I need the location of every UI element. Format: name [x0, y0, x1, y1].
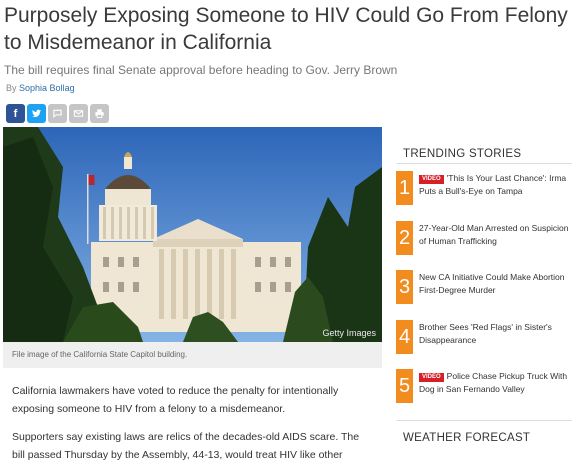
trending-headline[interactable]: VIDEO 'This Is Your Last Chance': Irma Pu… — [419, 172, 573, 198]
trending-divider — [397, 163, 572, 164]
article-paragraph-2: Supporters say existing laws are relics … — [12, 431, 360, 461]
comment-icon — [53, 109, 62, 118]
trending-headline-text: 27-Year-Old Man Arrested on Suspicion of… — [419, 223, 569, 246]
article-paragraph-1: California lawmakers have voted to reduc… — [12, 385, 339, 415]
trending-stories-heading: TRENDING STORIES — [403, 148, 522, 160]
trending-rank: 5 — [396, 369, 413, 403]
trending-rank: 3 — [396, 270, 413, 304]
video-badge: VIDEO — [419, 175, 444, 184]
video-badge: VIDEO — [419, 373, 444, 382]
trending-item[interactable]: 2 27-Year-Old Man Arrested on Suspicion … — [396, 221, 572, 255]
trending-headline[interactable]: Brother Sees 'Red Flags' in Sister's Dis… — [419, 321, 573, 347]
trending-headline-text: New CA Initiative Could Make Abortion Fi… — [419, 272, 565, 295]
twitter-icon — [31, 109, 42, 118]
photo-caption-text: File image of the California State Capit… — [12, 350, 188, 359]
trending-headline-text: Brother Sees 'Red Flags' in Sister's Dis… — [419, 322, 552, 345]
trending-item[interactable]: 5 VIDEO Police Chase Pickup Truck With Do… — [396, 369, 572, 403]
trending-rank: 2 — [396, 221, 413, 255]
twitter-share-button[interactable] — [27, 104, 46, 123]
trending-rank: 4 — [396, 320, 413, 354]
article-subhead: The bill requires final Senate approval … — [4, 63, 398, 77]
email-share-button[interactable] — [69, 104, 88, 123]
trending-rank: 1 — [396, 171, 413, 205]
byline: By Sophia Bollag — [6, 83, 75, 93]
photo-caption: File image of the California State Capit… — [3, 342, 382, 368]
trending-headline[interactable]: 27-Year-Old Man Arrested on Suspicion of… — [419, 222, 573, 248]
article-photo: Getty Images — [3, 127, 382, 342]
trending-item[interactable]: 1 VIDEO 'This Is Your Last Chance': Irma … — [396, 171, 572, 205]
article-headline: Purposely Exposing Someone to HIV Could … — [4, 4, 568, 54]
email-icon — [73, 110, 84, 117]
trending-item[interactable]: 4 Brother Sees 'Red Flags' in Sister's D… — [396, 320, 572, 354]
author-link[interactable]: Sophia Bollag — [19, 83, 75, 93]
trending-item[interactable]: 3 New CA Initiative Could Make Abortion … — [396, 270, 572, 304]
facebook-icon: f — [13, 107, 18, 120]
share-toolbar: f — [6, 104, 109, 123]
print-icon — [95, 109, 104, 119]
facebook-share-button[interactable]: f — [6, 104, 25, 123]
photo-credit: Getty Images — [322, 328, 376, 338]
comment-button[interactable] — [48, 104, 67, 123]
trending-headline[interactable]: VIDEO Police Chase Pickup Truck With Dog … — [419, 370, 573, 396]
trending-headline[interactable]: New CA Initiative Could Make Abortion Fi… — [419, 271, 573, 297]
print-button[interactable] — [90, 104, 109, 123]
weather-divider — [397, 420, 572, 421]
weather-forecast-heading: WEATHER FORECAST — [403, 432, 531, 444]
capitol-building-image — [3, 127, 382, 342]
byline-prefix: By — [6, 83, 17, 93]
